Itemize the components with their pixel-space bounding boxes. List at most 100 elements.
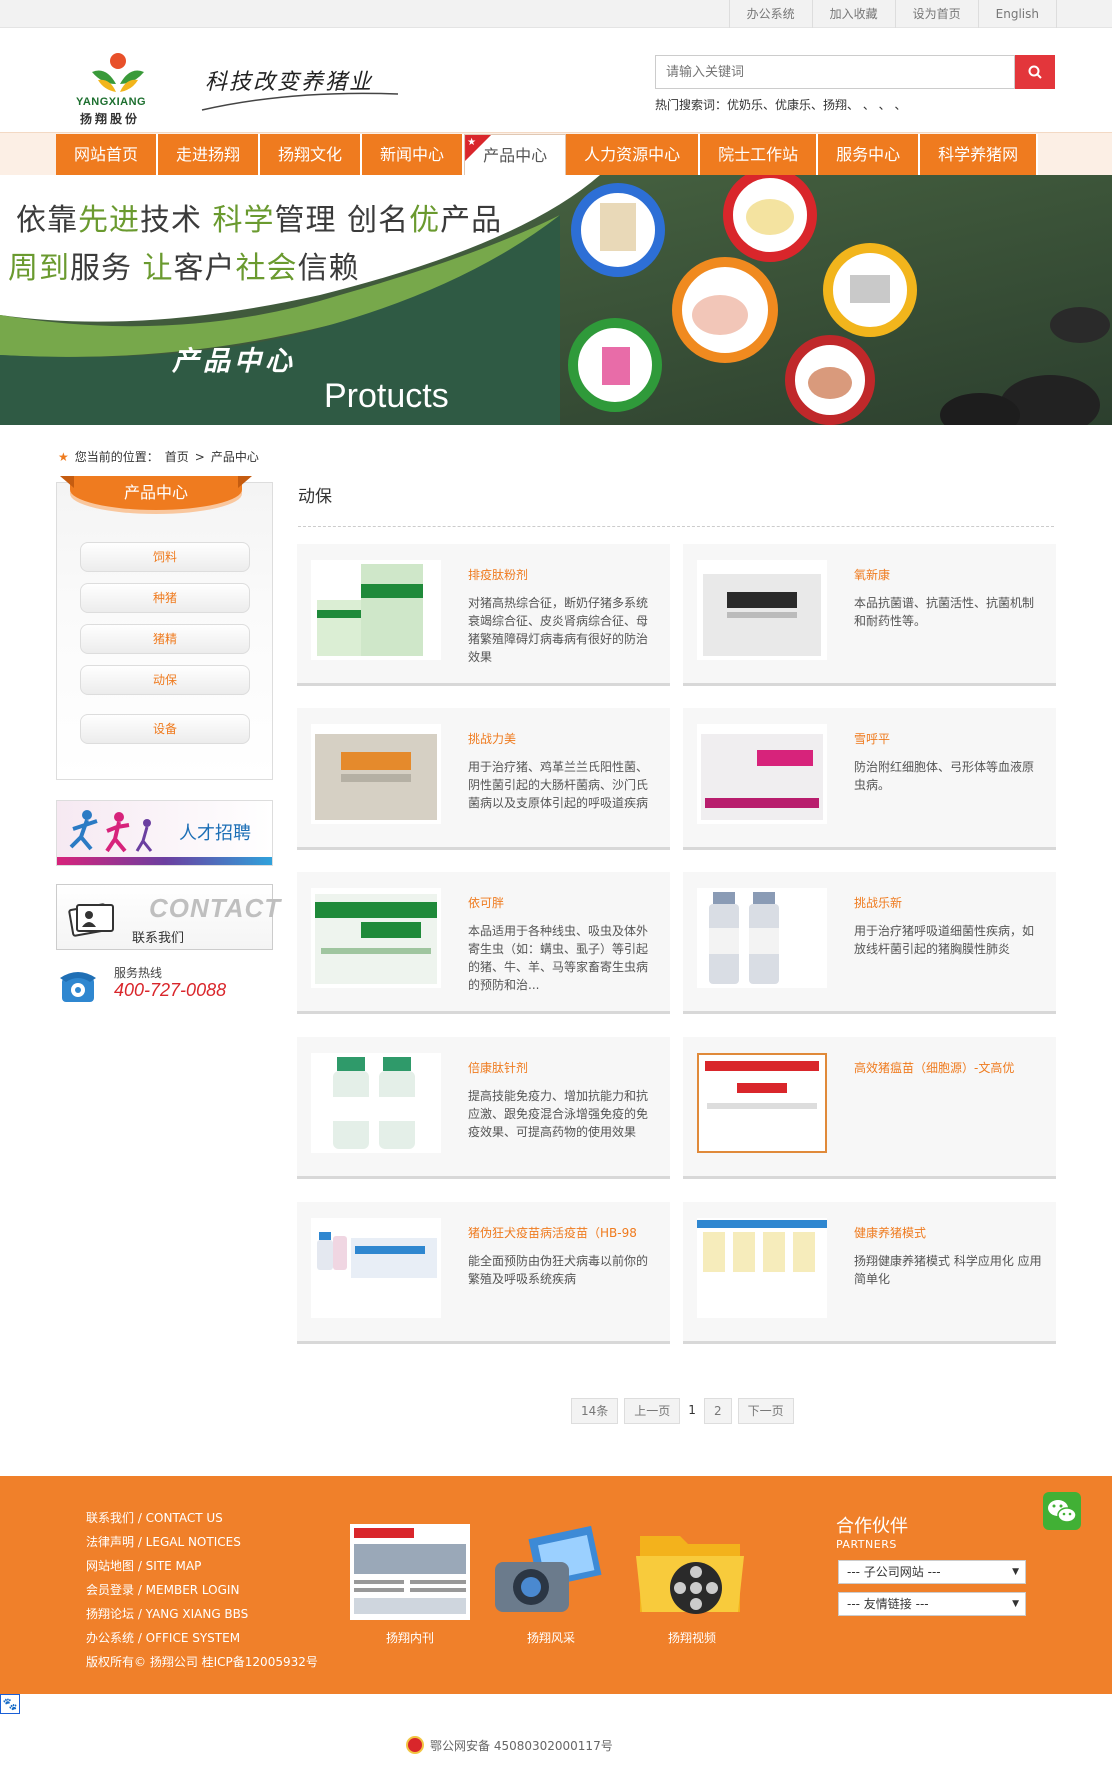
beian-text: 鄂公网安备 45080302000117号	[430, 1738, 613, 1753]
footer-thumb-gallery-label: 扬翔风采	[526, 1631, 575, 1645]
pager-prev-button[interactable]: 上一页	[624, 1398, 681, 1424]
set-homepage-link[interactable]: 设为首页	[894, 0, 978, 28]
contact-label: 联系我们	[132, 931, 185, 946]
product-name[interactable]: 雪呼平	[854, 730, 1044, 747]
sidebar-item-feed[interactable]: 饲料	[80, 542, 250, 572]
product-name[interactable]: 排疫肽粉剂	[468, 566, 658, 583]
product-card[interactable]: 氧新康 本品抗菌谱、抗菌活性、抗菌机制和耐药性等。	[683, 544, 1056, 686]
product-card[interactable]: 高效猪瘟苗（细胞源）-文高优	[683, 1037, 1056, 1179]
product-name[interactable]: 挑战乐新	[854, 894, 1044, 911]
search-input[interactable]	[655, 55, 1016, 89]
footer-link-office[interactable]: 办公系统 / OFFICE SYSTEM	[86, 1626, 318, 1650]
hotline-number[interactable]: 400-727-0088	[114, 980, 226, 1001]
footer-thumb-video-label: 扬翔视频	[667, 1631, 716, 1645]
product-image	[311, 1218, 441, 1318]
wechat-icon[interactable]	[1043, 1492, 1081, 1530]
nav-culture[interactable]: 扬翔文化	[260, 134, 363, 176]
product-desc: 用于治疗猪呼吸道细菌性疾病，如放线杆菌引起的猪胸膜性肺炎	[854, 924, 1035, 956]
footer-link-member-login[interactable]: 会员登录 / MEMBER LOGIN	[86, 1578, 318, 1602]
police-badge-icon	[406, 1736, 424, 1754]
product-card[interactable]: 依可胖 本品适用于各种线虫、吸虫及体外寄生虫（如：螨虫、虱子）等引起的猪、牛、羊…	[297, 872, 670, 1014]
search-button[interactable]	[1015, 55, 1055, 89]
nav-academician[interactable]: 院士工作站	[700, 134, 819, 176]
footer-thumb-journal[interactable]: 扬翔内刊	[348, 1522, 472, 1646]
recruit-label: 人才招聘	[179, 823, 251, 844]
product-name[interactable]: 依可胖	[468, 894, 658, 911]
nav-home-label: 网站首页	[74, 145, 139, 164]
nav-about-label: 走进扬翔	[176, 145, 241, 164]
pager-total: 14条	[571, 1398, 619, 1424]
recruit-banner[interactable]: 人才招聘	[56, 800, 273, 866]
add-favorite-link[interactable]: 加入收藏	[811, 0, 895, 28]
sidebar-item-equipment[interactable]: 设备	[80, 714, 250, 744]
english-link[interactable]: English	[977, 0, 1057, 28]
office-system-link[interactable]: 办公系统	[728, 0, 812, 28]
product-card[interactable]: 排疫肽粉剂 对猪高热综合征，断奶仔猪多系统衰竭综合征、皮炎肾病综合征、母猪繁殖障…	[297, 544, 670, 686]
breadcrumb: ★ 您当前的位置： 首页 > 产品中心	[58, 448, 259, 465]
product-card[interactable]: 倍康肽针剂 提高技能免疫力、增加抗能力和抗应激、跟免疫混合泳增强免疫的免疫效果、…	[297, 1037, 670, 1179]
contact-big-text: CONTACT	[149, 893, 282, 923]
nav-service[interactable]: 服务中心	[818, 134, 921, 176]
nav-hr-label: 人力资源中心	[584, 145, 681, 164]
footer-thumb-gallery[interactable]: 扬翔风采	[489, 1522, 613, 1646]
nav-news[interactable]: 新闻中心	[362, 134, 465, 176]
contact-card-icon	[68, 903, 114, 937]
nav-products[interactable]: 产品中心	[464, 134, 567, 176]
logo-chinese: 扬翔股份	[80, 112, 141, 126]
friend-links-select[interactable]: --- 友情链接 --- ▼	[838, 1592, 1026, 1616]
pagination: 14条 上一页 1 2 下一页	[571, 1398, 794, 1424]
nav-service-label: 服务中心	[836, 145, 901, 164]
breadcrumb-current[interactable]: 产品中心	[211, 448, 259, 465]
breadcrumb-home[interactable]: 首页	[165, 448, 189, 465]
footer-link-contact[interactable]: 联系我们 / CONTACT US	[86, 1506, 318, 1530]
subsidiary-select[interactable]: --- 子公司网站 --- ▼	[838, 1560, 1026, 1584]
product-card[interactable]: 雪呼平 防治附红细胞体、弓形体等血液原虫病。	[683, 708, 1056, 850]
nav-about[interactable]: 走进扬翔	[158, 134, 261, 176]
product-image	[311, 1053, 441, 1153]
chevron-down-icon: ▼	[1012, 1599, 1019, 1609]
nav-pig-farming[interactable]: 科学养猪网	[920, 134, 1039, 176]
product-name[interactable]: 健康养猪模式	[854, 1224, 1044, 1241]
main-nav-bar: 网站首页 走进扬翔 扬翔文化 新闻中心 产品中心 人力资源中心 院士工作站 服务…	[0, 132, 1112, 176]
nav-academician-label: 院士工作站	[718, 145, 799, 164]
product-name[interactable]: 氧新康	[854, 566, 1044, 583]
contact-banner[interactable]: CONTACT 联系我们	[56, 884, 280, 950]
pager-page-2[interactable]: 2	[703, 1398, 732, 1424]
banner-title-cn: 产品中心	[172, 346, 296, 377]
banner-title-en: Protucts	[324, 377, 449, 415]
product-desc: 本品抗菌谱、抗菌活性、抗菌机制和耐药性等。	[854, 596, 1035, 628]
breadcrumb-prefix: 您当前的位置：	[74, 450, 159, 464]
product-image	[697, 560, 827, 660]
product-name[interactable]: 倍康肽针剂	[468, 1059, 658, 1076]
footer-thumb-video[interactable]: 扬翔视频	[630, 1522, 754, 1646]
product-name[interactable]: 高效猪瘟苗（细胞源）-文高优	[854, 1059, 1044, 1076]
sidebar-item-semen[interactable]: 猪精	[80, 624, 250, 654]
product-name[interactable]: 挑战力美	[468, 730, 658, 747]
beian-record[interactable]: 鄂公网安备 45080302000117号	[406, 1736, 613, 1754]
top-bar: 办公系统 加入收藏 设为首页 English	[0, 0, 1112, 28]
footer-link-bbs[interactable]: 扬翔论坛 / YANG XIANG BBS	[86, 1602, 318, 1626]
category-title: 动保	[298, 487, 332, 507]
nav-hr[interactable]: 人力资源中心	[566, 134, 701, 176]
product-desc: 防治附红细胞体、弓形体等血液原虫病。	[854, 760, 1035, 792]
baidu-paw-icon[interactable]: 🐾	[0, 1694, 20, 1714]
slogan-swoosh	[201, 92, 399, 111]
product-desc: 对猪高热综合征，断奶仔猪多系统衰竭综合征、皮炎肾病综合征、母猪繁殖障碍灯病毒病有…	[468, 596, 649, 664]
footer-link-legal[interactable]: 法律声明 / LEGAL NOTICES	[86, 1530, 318, 1554]
footer: 联系我们 / CONTACT US 法律声明 / LEGAL NOTICES 网…	[0, 1476, 1112, 1694]
logo[interactable]: YANGXIANG 扬翔股份	[70, 52, 170, 126]
sidebar-item-animal-health[interactable]: 动保	[80, 665, 250, 695]
product-card[interactable]: 健康养猪模式 扬翔健康养猪模式 科学应用化 应用简单化	[683, 1202, 1056, 1344]
main-nav: 网站首页 走进扬翔 扬翔文化 新闻中心 产品中心 人力资源中心 院士工作站 服务…	[56, 134, 1039, 176]
product-card[interactable]: 挑战乐新 用于治疗猪呼吸道细菌性疾病，如放线杆菌引起的猪胸膜性肺炎	[683, 872, 1056, 1014]
product-desc: 能全面预防由伪狂犬病毒以前你的繁殖及呼吸系统疾病	[468, 1254, 649, 1286]
footer-link-sitemap[interactable]: 网站地图 / SITE MAP	[86, 1554, 318, 1578]
nav-news-label: 新闻中心	[380, 145, 445, 164]
product-card[interactable]: 挑战力美 用于治疗猪、鸡革兰兰氏阳性菌、阴性菌引起的大肠杆菌病、沙门氏菌病以及支…	[297, 708, 670, 850]
sidebar-item-breeding-pig[interactable]: 种猪	[80, 583, 250, 613]
product-card[interactable]: 猪伪狂犬疫苗病活疫苗（HB-98 能全面预防由伪狂犬病毒以前你的繁殖及呼吸系统疾…	[297, 1202, 670, 1344]
pager-next-button[interactable]: 下一页	[737, 1398, 794, 1424]
nav-home[interactable]: 网站首页	[56, 134, 159, 176]
star-icon: ★	[58, 449, 69, 464]
product-name[interactable]: 猪伪狂犬疫苗病活疫苗（HB-98	[468, 1224, 658, 1241]
